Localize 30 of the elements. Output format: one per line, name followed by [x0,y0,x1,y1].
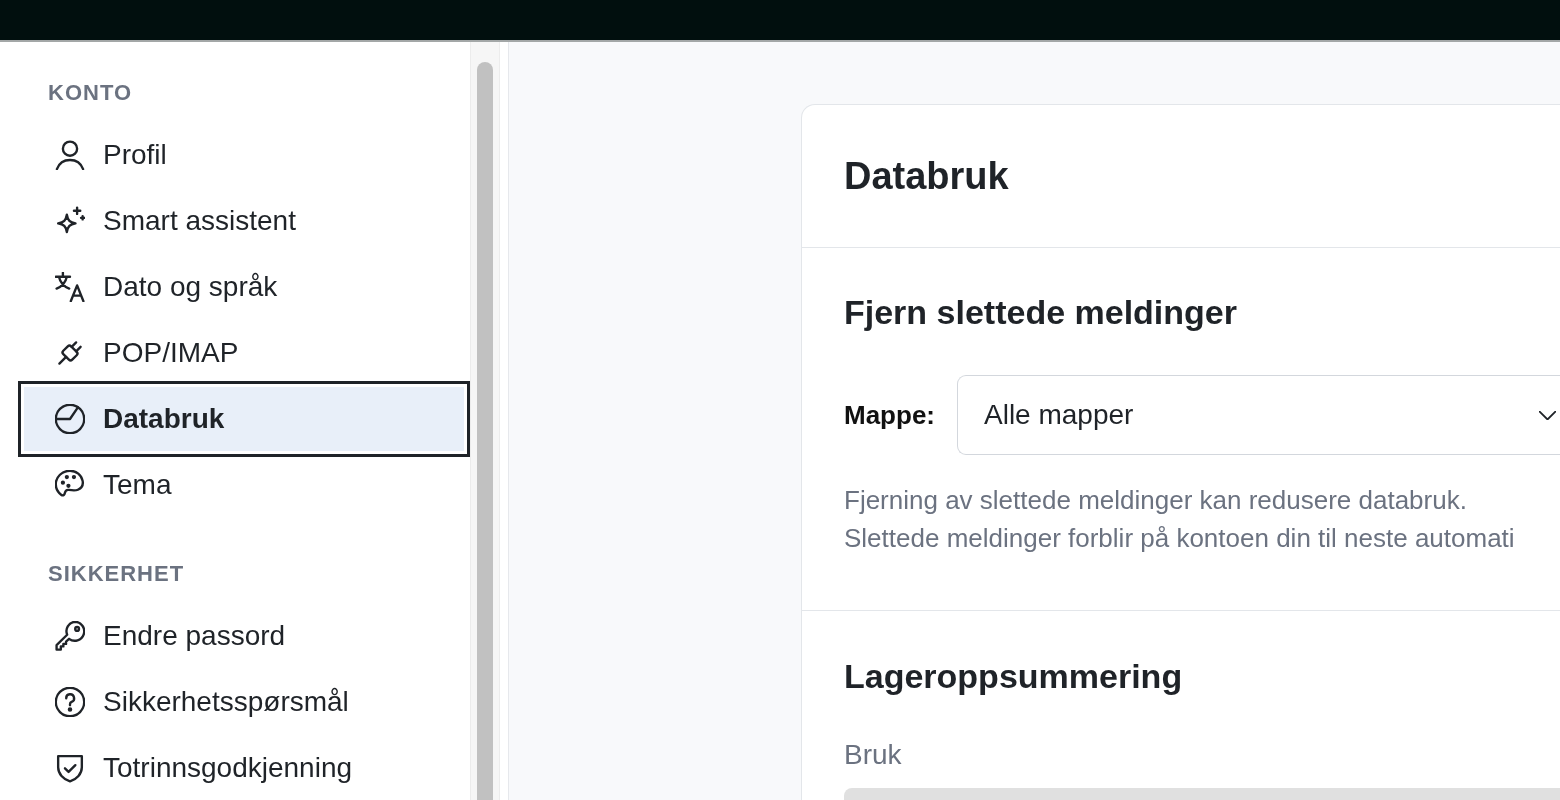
person-icon [55,140,85,170]
chevron-down-icon [1539,410,1556,420]
sidebar-item[interactable]: Smart assistent [24,190,464,252]
sidebar-item[interactable]: Sikkerhetsspørsmål [24,671,464,733]
pie-chart-icon [55,404,85,434]
sidebar-item[interactable]: POP/IMAP [24,322,464,384]
sidebar-item[interactable]: Profil [24,124,464,186]
scrollbar[interactable] [470,42,500,800]
sidebar-item[interactable]: Tema [24,454,464,516]
folder-label: Mappe: [844,399,935,431]
folder-select[interactable]: Alle mapper [957,375,1560,455]
help-text: Slettede meldinger forblir på kontoen din til neste automati [844,522,1515,555]
help-text: Fjerning av slettede meldinger kan redusere databruk. [844,484,1467,517]
section-heading: SIKKERHET [48,560,185,588]
key-icon [55,621,85,651]
scrollbar-thumb[interactable] [477,62,493,800]
section-heading: Lageroppsummering [844,656,1183,696]
usage-label: Bruk [844,738,902,772]
card-title: Databruk [844,154,1009,199]
sidebar-item[interactable]: Databruk [18,381,470,457]
palette-icon [55,470,85,500]
section-heading: Fjern slettede meldinger [844,292,1237,332]
section-heading: KONTO [48,79,133,107]
sidebar-item[interactable]: Totrinnsgodkjenning [24,737,464,799]
plug-icon [55,338,85,368]
translate-icon [55,272,85,302]
sidebar-item[interactable]: Dato og språk [24,256,464,318]
shield-check-icon [55,753,85,783]
sidebar-item[interactable]: Endre passord [24,605,464,667]
sparkles-icon [55,206,85,236]
